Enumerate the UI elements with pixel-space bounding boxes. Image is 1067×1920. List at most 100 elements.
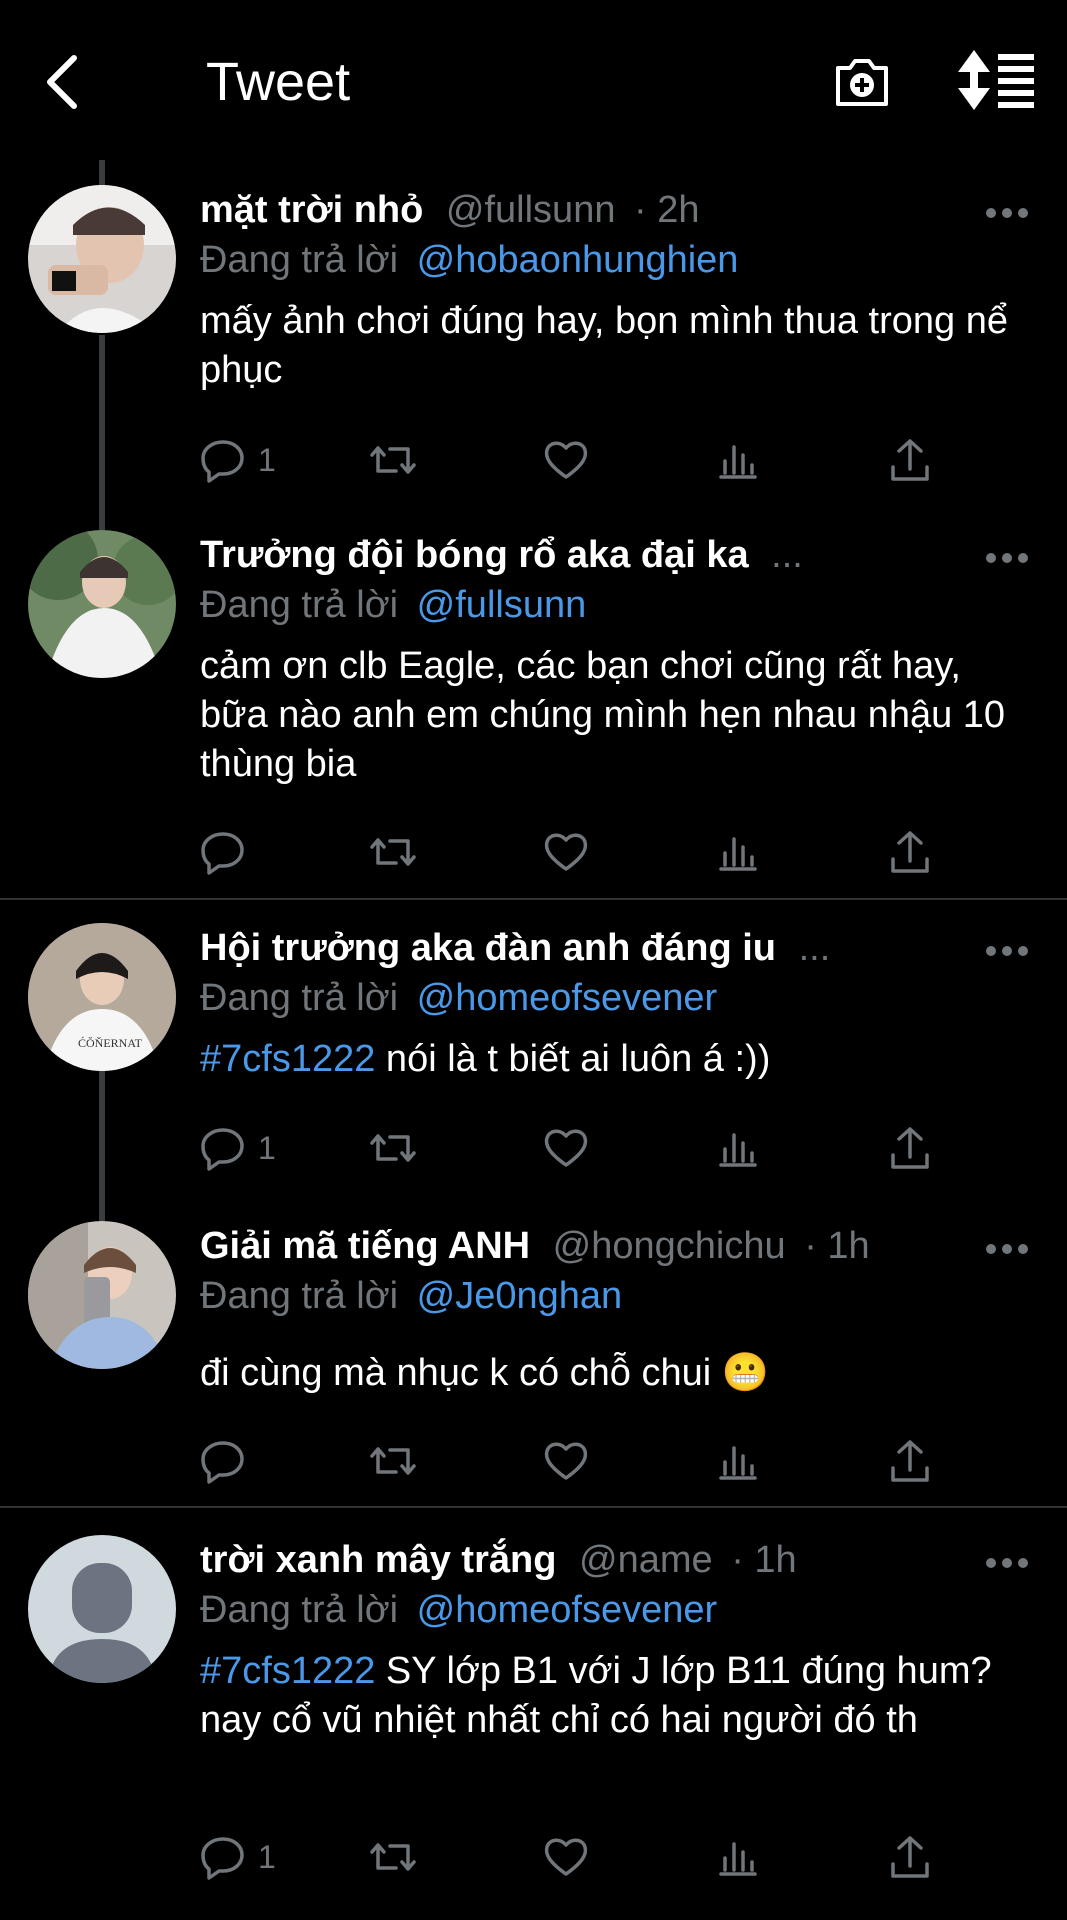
like-button[interactable] — [543, 1431, 589, 1491]
display-name[interactable]: trời xanh mây trắng — [200, 1539, 556, 1581]
avatar[interactable] — [28, 530, 176, 678]
reply-to-link[interactable]: @homeofsevener — [417, 977, 718, 1019]
chevron-left-icon — [47, 55, 77, 109]
timestamp: · 2h — [634, 189, 700, 231]
retweet-button[interactable] — [370, 1827, 416, 1887]
retweet-button[interactable] — [370, 1431, 416, 1491]
like-button[interactable] — [543, 822, 589, 882]
sort-icon — [958, 50, 1034, 110]
analytics-icon — [719, 445, 757, 479]
user-handle[interactable]: ... — [799, 927, 831, 969]
reply-to-link[interactable]: @homeofsevener — [417, 1589, 718, 1631]
user-handle[interactable]: @fullsunn — [446, 189, 616, 231]
display-name[interactable]: Trưởng đội bóng rổ aka đại ka — [200, 534, 749, 576]
hashtag-link[interactable]: #7cfs1222 — [200, 1038, 375, 1080]
reply-to-link[interactable]: @hobaonhunghien — [417, 239, 739, 281]
reply-prefix: Đang trả lời — [200, 977, 399, 1019]
more-horizontal-icon[interactable] — [985, 207, 1029, 219]
analytics-icon — [719, 1842, 757, 1876]
analytics-icon — [719, 837, 757, 871]
more-horizontal-icon[interactable] — [985, 945, 1029, 957]
heart-icon — [544, 1442, 588, 1480]
reply-count: 1 — [258, 441, 276, 478]
share-icon — [891, 831, 929, 873]
tweet-actions: 1 — [200, 1118, 960, 1178]
display-name[interactable]: mặt trời nhỏ — [200, 189, 423, 231]
tweet-text: cảm ơn clb Eagle, các bạn chơi cũng rất … — [200, 645, 1006, 785]
reply-count: 1 — [258, 1838, 276, 1875]
retweet-button[interactable] — [370, 822, 416, 882]
like-button[interactable] — [543, 1827, 589, 1887]
thread-line — [99, 1071, 105, 1221]
divider — [0, 898, 1067, 900]
reply-button[interactable]: 1 — [200, 1118, 276, 1178]
retweet-icon — [370, 1134, 416, 1162]
views-button[interactable] — [715, 1827, 761, 1887]
reply-prefix: Đang trả lời — [200, 239, 399, 281]
tweet-text: đi cùng mà nhục k có chỗ chui 😬 — [200, 1352, 770, 1394]
display-name[interactable]: Hội trưởng aka đàn anh đáng iu — [200, 927, 776, 969]
display-name[interactable]: Giải mã tiếng ANH — [200, 1225, 530, 1267]
reply-to-link[interactable]: @fullsunn — [417, 584, 587, 626]
like-button[interactable] — [543, 1118, 589, 1178]
more-horizontal-icon[interactable] — [985, 1243, 1029, 1255]
page-title: Tweet — [206, 52, 351, 112]
svg-text:ĆŎŇERNAT: ĆŎŇERNAT — [78, 1036, 143, 1050]
user-handle[interactable]: @name — [579, 1539, 713, 1581]
top-bar: Tweet — [0, 0, 1067, 165]
views-button[interactable] — [715, 822, 761, 882]
retweet-button[interactable] — [370, 1118, 416, 1178]
user-handle[interactable]: ... — [771, 534, 803, 576]
hashtag-link[interactable]: #7cfs1222 — [200, 1650, 375, 1692]
reply-icon — [201, 1441, 244, 1484]
tweet-actions: 1 — [200, 1827, 960, 1887]
retweet-icon — [370, 838, 416, 866]
avatar[interactable]: ĆŎŇERNAT — [28, 923, 176, 1071]
share-button[interactable] — [887, 430, 933, 490]
reply-button[interactable] — [200, 822, 258, 882]
reply-button[interactable] — [200, 1431, 258, 1491]
tweet-text: mấy ảnh chơi đúng hay, bọn mình thua tro… — [200, 300, 1008, 391]
like-button[interactable] — [543, 430, 589, 490]
timestamp: · 1h — [804, 1225, 870, 1267]
share-icon — [891, 439, 929, 481]
reply-prefix: Đang trả lời — [200, 584, 399, 626]
retweet-button[interactable] — [370, 430, 416, 490]
tweet-text: nói là t biết ai luôn á :)) — [375, 1038, 771, 1080]
avatar[interactable] — [28, 185, 176, 333]
tweet-actions — [200, 822, 960, 882]
reply-button[interactable]: 1 — [200, 1827, 276, 1887]
share-icon — [891, 1440, 929, 1482]
reply-button[interactable]: 1 — [200, 430, 276, 490]
reply-icon — [201, 832, 244, 875]
sort-button[interactable] — [958, 50, 1038, 110]
views-button[interactable] — [715, 1118, 761, 1178]
views-button[interactable] — [715, 1431, 761, 1491]
share-button[interactable] — [887, 1431, 933, 1491]
more-horizontal-icon[interactable] — [985, 552, 1029, 564]
avatar[interactable] — [28, 1535, 176, 1683]
share-icon — [891, 1836, 929, 1878]
share-icon — [891, 1127, 929, 1169]
tweet-actions: 1 — [200, 430, 960, 490]
camera-button[interactable] — [830, 50, 894, 114]
share-button[interactable] — [887, 1827, 933, 1887]
camera-plus-icon — [836, 59, 888, 106]
avatar[interactable] — [28, 1221, 176, 1369]
back-button[interactable] — [38, 50, 90, 114]
more-horizontal-icon[interactable] — [985, 1557, 1029, 1569]
default-avatar-icon — [28, 1535, 176, 1683]
user-handle[interactable]: @hongchichu — [553, 1225, 786, 1267]
retweet-icon — [370, 446, 416, 474]
share-button[interactable] — [887, 822, 933, 882]
thread-line — [99, 335, 105, 530]
share-button[interactable] — [887, 1118, 933, 1178]
reply-to-link[interactable]: @Je0nghan — [417, 1275, 623, 1317]
thread-line — [99, 160, 105, 185]
heart-icon — [544, 441, 588, 479]
heart-icon — [544, 833, 588, 871]
heart-icon — [544, 1129, 588, 1167]
reply-prefix: Đang trả lời — [200, 1275, 399, 1317]
views-button[interactable] — [715, 430, 761, 490]
analytics-icon — [719, 1133, 757, 1167]
